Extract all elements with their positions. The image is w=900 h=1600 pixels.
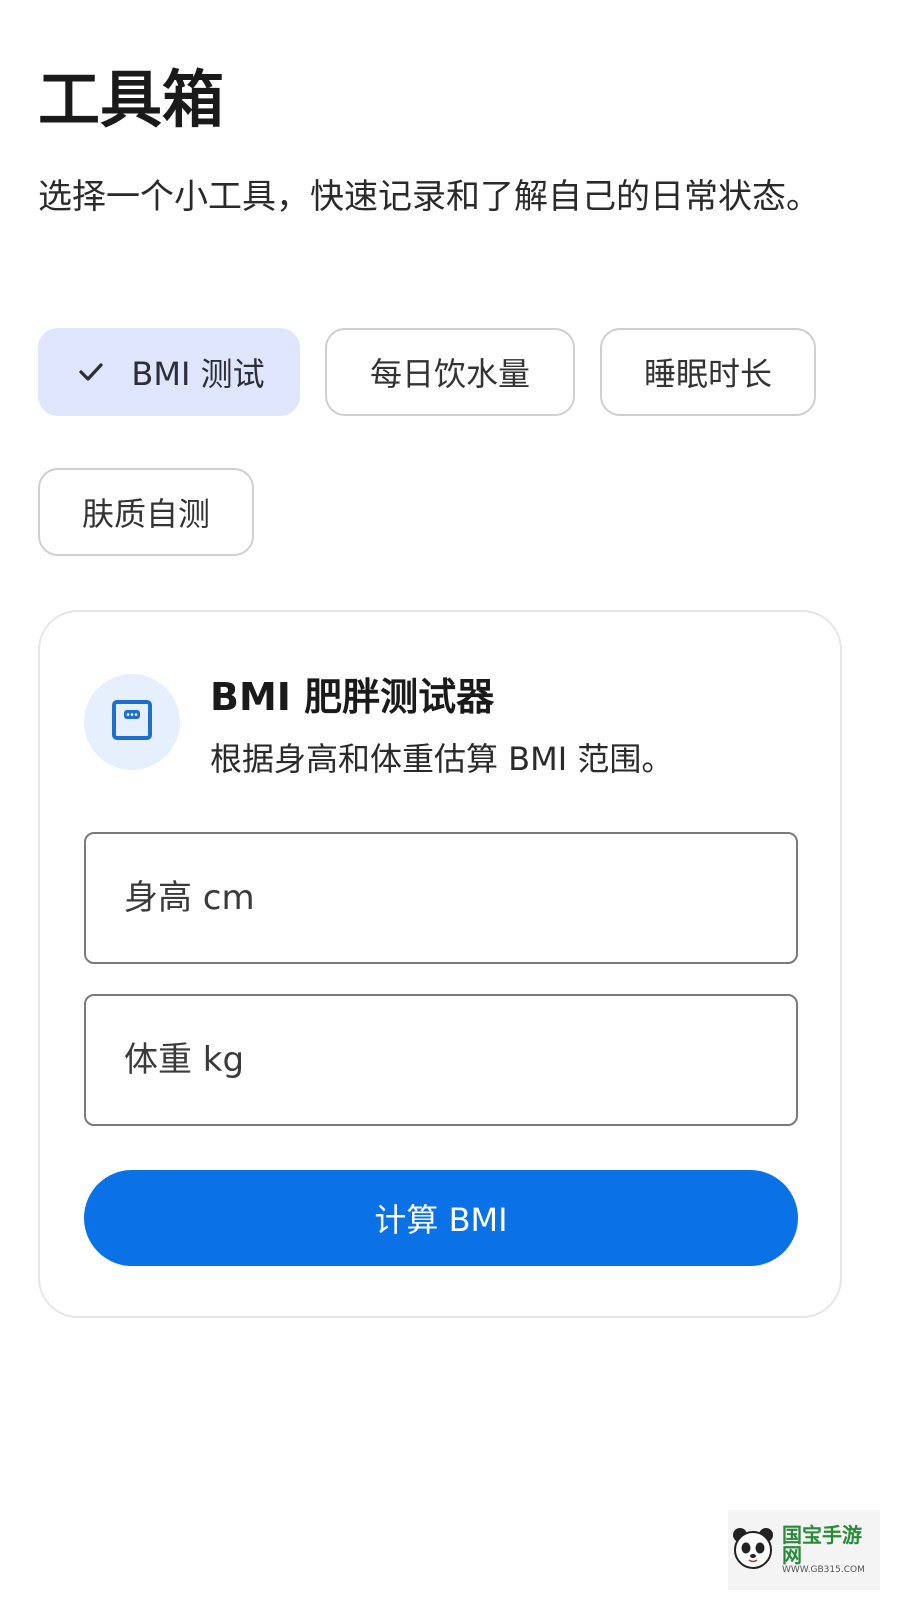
tab-daily-water[interactable]: 每日饮水量 [325, 328, 575, 416]
tab-label: 每日饮水量 [369, 355, 530, 393]
page-title: 工具箱 [38, 63, 225, 136]
bmi-card: BMI 肥胖测试器 根据身高和体重估算 BMI 范围。 计算 BMI [38, 610, 842, 1318]
panda-logo-icon [728, 1523, 778, 1577]
page-subtitle: 选择一个小工具，快速记录和了解自己的日常状态。 [38, 177, 820, 217]
weight-input[interactable] [84, 994, 798, 1126]
watermark-brand: 国宝手游网 [782, 1523, 862, 1567]
card-description: 根据身高和体重估算 BMI 范围。 [210, 740, 674, 778]
tab-label: 睡眠时长 [643, 355, 772, 393]
tab-skin-test[interactable]: 肤质自测 [38, 468, 254, 556]
tab-label: 肤质自测 [81, 495, 210, 533]
calculate-bmi-button[interactable]: 计算 BMI [84, 1170, 798, 1266]
tab-bmi-test[interactable]: BMI 测试 [38, 328, 300, 416]
watermark: 国宝手游网 WWW.GB315.COM [728, 1510, 880, 1590]
tab-sleep-duration[interactable]: 睡眠时长 [600, 328, 816, 416]
card-icon-badge [84, 674, 180, 770]
tab-label: BMI 测试 [131, 355, 265, 393]
card-title: BMI 肥胖测试器 [210, 675, 495, 719]
check-icon [73, 354, 109, 390]
scale-icon [110, 698, 154, 746]
watermark-site: WWW.GB315.COM [782, 1565, 865, 1575]
height-input[interactable] [84, 832, 798, 964]
toolbox-page: 工具箱 选择一个小工具，快速记录和了解自己的日常状态。 BMI 测试 每日饮水量… [0, 0, 900, 1600]
